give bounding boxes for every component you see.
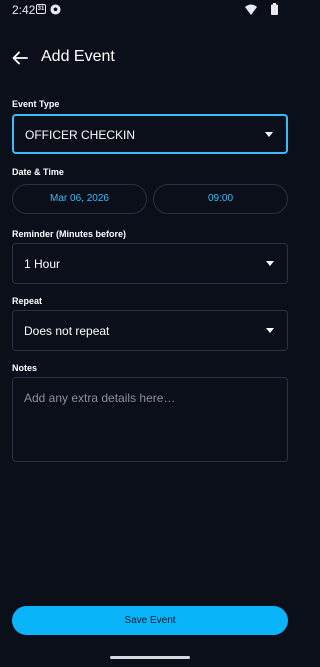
reminder-dropdown[interactable]: 1 Hour: [12, 243, 288, 284]
reminder-label: Reminder (Minutes before): [12, 229, 127, 239]
add-event-screen: 2:42 31 Add Event Event Type OFFICER CHE…: [0, 0, 300, 667]
dropdown-arrow-icon: [265, 132, 273, 137]
dropdown-arrow-icon: [266, 261, 274, 266]
home-indicator[interactable]: [110, 656, 190, 659]
app-header: Add Event: [0, 38, 300, 78]
date-time-label: Date & Time: [12, 167, 64, 177]
dropdown-arrow-icon: [266, 328, 274, 333]
event-type-label: Event Type: [12, 99, 60, 109]
status-bar: 2:42 31: [0, 0, 300, 20]
battery-icon: [271, 3, 278, 15]
repeat-label: Repeat: [12, 296, 43, 306]
notes-textarea[interactable]: [12, 377, 288, 462]
reminder-value: 1 Hour: [24, 257, 61, 271]
page-title: Add Event: [41, 48, 115, 65]
save-event-button[interactable]: Save Event: [12, 606, 288, 635]
wifi-icon: [245, 4, 257, 15]
arrow-left-icon[interactable]: [12, 51, 28, 65]
event-type-value: OFFICER CHECKIN: [25, 128, 136, 142]
date-picker-button[interactable]: Mar 06, 2026: [12, 184, 147, 214]
calendar-icon: 31: [36, 4, 46, 14]
status-time: 2:42: [12, 3, 36, 17]
repeat-value: Does not repeat: [24, 324, 110, 338]
soccer-ball-icon: [50, 4, 61, 15]
repeat-dropdown[interactable]: Does not repeat: [12, 310, 288, 351]
event-type-dropdown[interactable]: OFFICER CHECKIN: [12, 114, 288, 154]
time-picker-button[interactable]: 09:00: [153, 184, 288, 214]
notes-label: Notes: [12, 363, 38, 373]
